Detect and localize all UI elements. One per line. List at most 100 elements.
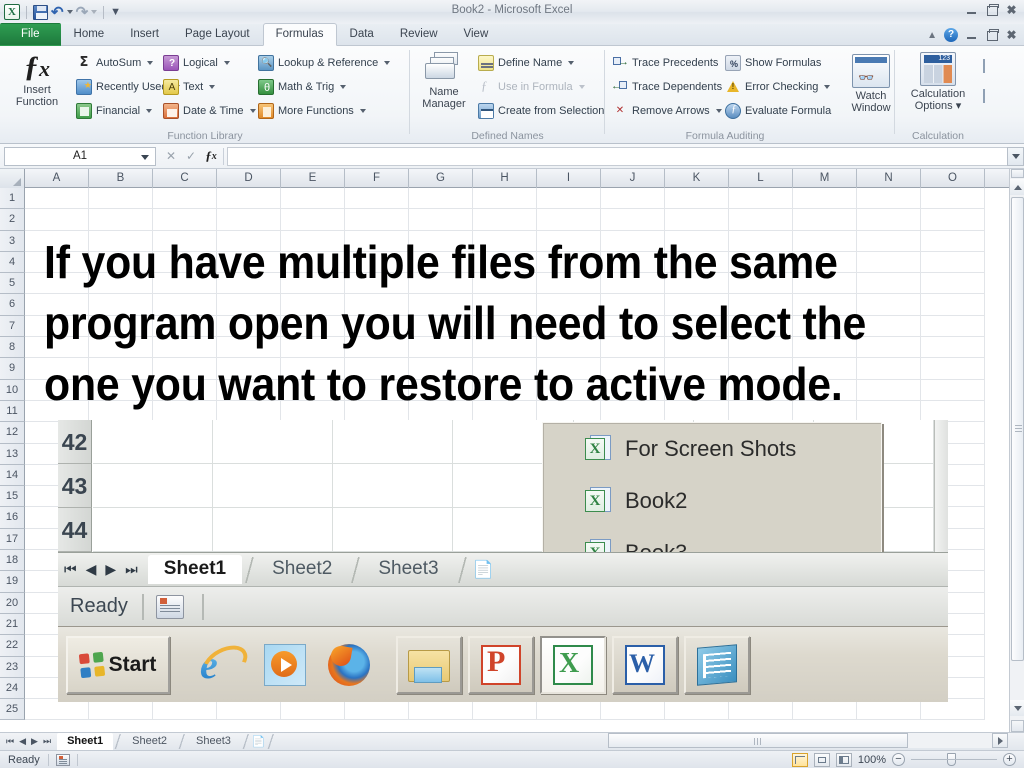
column-header-a[interactable]: A bbox=[25, 169, 89, 188]
embedded-sheet-tab-sheet2[interactable]: Sheet2 bbox=[256, 555, 348, 584]
grid-cell[interactable] bbox=[921, 294, 985, 315]
grid-cell[interactable] bbox=[921, 358, 985, 379]
grid-cell[interactable] bbox=[89, 699, 153, 720]
column-header-o[interactable]: O bbox=[921, 169, 985, 188]
insert-worksheet-icon[interactable]: 📄 bbox=[473, 560, 494, 580]
taskbar-button-publisher[interactable] bbox=[684, 636, 750, 694]
grid-cell[interactable] bbox=[89, 188, 153, 209]
column-header-g[interactable]: G bbox=[409, 169, 473, 188]
row-header-7[interactable]: 7 bbox=[0, 316, 25, 337]
vertical-scrollbar[interactable] bbox=[1009, 169, 1024, 732]
grid-cell[interactable] bbox=[217, 209, 281, 230]
record-macro-icon[interactable] bbox=[56, 754, 70, 766]
financial-dropdown-icon[interactable] bbox=[146, 109, 152, 113]
column-header-m[interactable]: M bbox=[793, 169, 857, 188]
grid-cell[interactable] bbox=[537, 188, 601, 209]
grid-cell[interactable] bbox=[217, 699, 281, 720]
column-header-i[interactable]: I bbox=[537, 169, 601, 188]
name-box[interactable]: A1 bbox=[4, 147, 156, 166]
remove-arrows-dropdown-icon[interactable] bbox=[716, 109, 722, 113]
row-header-2[interactable]: 2 bbox=[0, 209, 25, 230]
column-header-c[interactable]: C bbox=[153, 169, 217, 188]
row-header-23[interactable]: 23 bbox=[0, 657, 25, 678]
calculate-sheet-button[interactable] bbox=[983, 90, 985, 102]
row-header-4[interactable]: 4 bbox=[0, 252, 25, 273]
grid-cell[interactable] bbox=[153, 188, 217, 209]
internet-explorer-icon[interactable] bbox=[200, 644, 242, 686]
logical-button[interactable]: Logical bbox=[163, 53, 256, 73]
zoom-out-button[interactable]: − bbox=[892, 753, 905, 766]
taskbar-button-word[interactable] bbox=[612, 636, 678, 694]
scroll-down-button[interactable] bbox=[1010, 700, 1024, 716]
error-checking-button[interactable]: Error Checking bbox=[725, 77, 831, 97]
sheet-tab-sheet1[interactable]: Sheet1 bbox=[57, 733, 113, 750]
row-header-24[interactable]: 24 bbox=[0, 678, 25, 699]
zoom-in-button[interactable]: + bbox=[1003, 753, 1016, 766]
column-header-n[interactable]: N bbox=[857, 169, 921, 188]
logical-dropdown-icon[interactable] bbox=[224, 61, 230, 65]
row-header-12[interactable]: 12 bbox=[0, 422, 25, 443]
first-sheet-icon[interactable]: ⏮ bbox=[64, 561, 77, 578]
column-header-d[interactable]: D bbox=[217, 169, 281, 188]
grid-cell[interactable] bbox=[537, 699, 601, 720]
tab-insert[interactable]: Insert bbox=[117, 23, 172, 46]
grid-cell[interactable] bbox=[921, 188, 985, 209]
grid-cell[interactable] bbox=[729, 699, 793, 720]
grid-cell[interactable] bbox=[665, 209, 729, 230]
grid-cell[interactable] bbox=[153, 699, 217, 720]
enter-icon[interactable]: ✓ bbox=[182, 147, 200, 165]
previous-sheet-icon[interactable]: ◀ bbox=[19, 736, 26, 747]
lookup-reference-button[interactable]: Lookup & Reference bbox=[258, 53, 390, 73]
grid-cell[interactable] bbox=[921, 699, 985, 720]
horizontal-scroll-thumb[interactable] bbox=[608, 733, 908, 748]
row-header-20[interactable]: 20 bbox=[0, 593, 25, 614]
start-button[interactable]: Start bbox=[66, 636, 170, 694]
row-header-8[interactable]: 8 bbox=[0, 337, 25, 358]
last-sheet-icon[interactable]: ⏭ bbox=[43, 736, 51, 747]
first-sheet-icon[interactable]: ⏮ bbox=[6, 736, 14, 747]
record-macro-icon[interactable] bbox=[156, 595, 184, 619]
watch-window-button[interactable]: Watch Window bbox=[845, 54, 897, 114]
column-header-f[interactable]: F bbox=[345, 169, 409, 188]
split-box-icon[interactable] bbox=[1011, 169, 1024, 178]
row-header-15[interactable]: 15 bbox=[0, 486, 25, 507]
trace-precedents-button[interactable]: Trace Precedents bbox=[612, 53, 722, 73]
tab-file[interactable]: File bbox=[0, 23, 61, 46]
grid-cell[interactable] bbox=[921, 380, 985, 401]
column-header-j[interactable]: J bbox=[601, 169, 665, 188]
tab-view[interactable]: View bbox=[451, 23, 502, 46]
row-header-3[interactable]: 3 bbox=[0, 231, 25, 252]
grid-cell[interactable] bbox=[921, 316, 985, 337]
date-time-dropdown-icon[interactable] bbox=[250, 109, 256, 113]
grid-cell[interactable] bbox=[793, 209, 857, 230]
row-header-6[interactable]: 6 bbox=[0, 294, 25, 315]
zoom-slider-thumb[interactable] bbox=[947, 753, 956, 766]
grid-cell[interactable] bbox=[281, 188, 345, 209]
tab-home[interactable]: Home bbox=[61, 23, 118, 46]
page-layout-view-icon[interactable] bbox=[814, 753, 830, 767]
text-dropdown-icon[interactable] bbox=[209, 85, 215, 89]
math-trig-button[interactable]: Math & Trig bbox=[258, 77, 390, 97]
grid-cell[interactable] bbox=[921, 273, 985, 294]
remove-arrows-button[interactable]: Remove Arrows bbox=[612, 101, 722, 121]
name-box-dropdown-icon[interactable] bbox=[141, 155, 149, 160]
row-header-19[interactable]: 19 bbox=[0, 571, 25, 592]
sheet-tab-sheet2[interactable]: Sheet2 bbox=[122, 733, 177, 750]
tab-page-layout[interactable]: Page Layout bbox=[172, 23, 263, 46]
column-header-b[interactable]: B bbox=[89, 169, 153, 188]
insert-function-icon[interactable]: ƒx bbox=[202, 147, 220, 165]
define-name-dropdown-icon[interactable] bbox=[568, 61, 574, 65]
grid-cell[interactable] bbox=[601, 209, 665, 230]
name-manager-button[interactable]: Name Manager bbox=[414, 52, 474, 110]
grid-cell[interactable] bbox=[793, 699, 857, 720]
grid-cell[interactable] bbox=[25, 209, 89, 230]
row-header-11[interactable]: 11 bbox=[0, 401, 25, 422]
sheet-tab-sheet3[interactable]: Sheet3 bbox=[186, 733, 241, 750]
horizontal-scrollbar[interactable] bbox=[608, 733, 1008, 748]
grid-cell[interactable] bbox=[601, 188, 665, 209]
embedded-sheet-tab-sheet1[interactable]: Sheet1 bbox=[148, 555, 242, 584]
grid-cell[interactable] bbox=[25, 188, 89, 209]
scroll-up-button[interactable] bbox=[1010, 179, 1024, 195]
row-header-13[interactable]: 13 bbox=[0, 444, 25, 465]
taskbar-button-powerpoint[interactable] bbox=[468, 636, 534, 694]
